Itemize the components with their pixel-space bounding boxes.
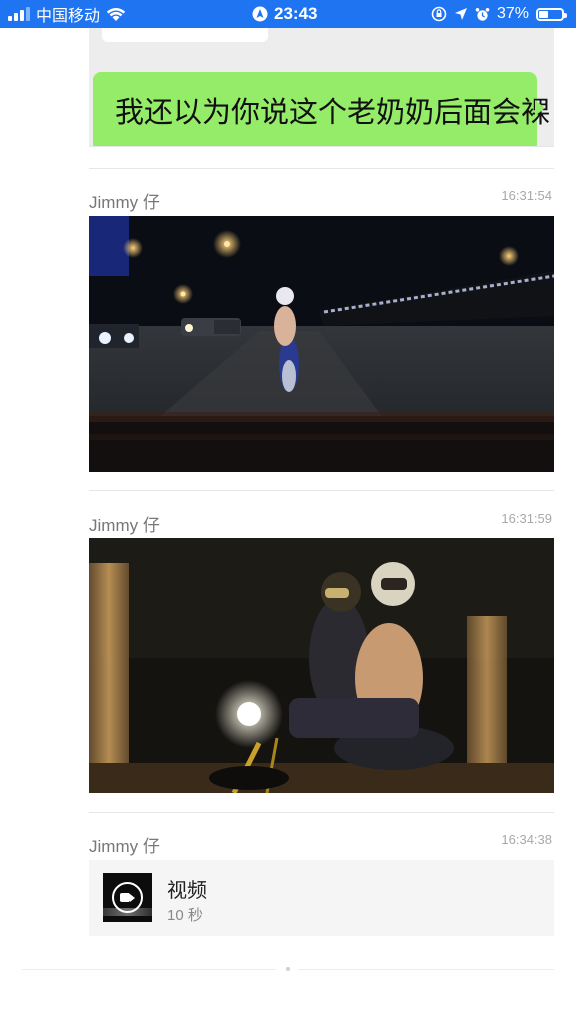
message-time: 16:31:54 xyxy=(501,188,552,203)
alarm-icon xyxy=(475,7,490,21)
chat-bubble-incoming xyxy=(102,28,268,42)
chat-snapshot: 我还以为你说这个老奶奶后面会裸 xyxy=(89,28,554,146)
sender-name: Jimmy 仔 xyxy=(89,516,160,535)
video-duration: 10 秒 xyxy=(167,907,203,924)
status-bar: 中国移动 23:43 37% xyxy=(0,0,576,28)
night-road-photo xyxy=(89,216,554,472)
motorcycle-photo xyxy=(89,538,554,793)
video-thumbnail xyxy=(103,873,152,922)
battery-percent: 37% xyxy=(496,5,529,22)
status-center: 23:43 xyxy=(252,4,317,24)
wifi-icon xyxy=(106,7,126,21)
end-dot xyxy=(286,967,290,971)
sender-name: Jimmy 仔 xyxy=(89,193,160,212)
image-message-motorcycle-riders[interactable] xyxy=(89,538,554,793)
battery-icon xyxy=(536,7,567,21)
clock: 23:43 xyxy=(274,4,318,23)
video-title: 视频 xyxy=(167,880,207,902)
status-left: 中国移动 xyxy=(8,4,126,25)
end-divider xyxy=(22,969,276,970)
message-time: 16:31:59 xyxy=(501,511,552,526)
rotation-lock-icon xyxy=(431,6,447,22)
divider xyxy=(89,812,554,813)
image-message-night-road[interactable] xyxy=(89,216,554,472)
bubble-tail xyxy=(535,100,545,116)
chat-bubble-outgoing: 我还以为你说这个老奶奶后面会裸 xyxy=(93,72,550,146)
video-message-card[interactable]: 视频 10 秒 xyxy=(89,860,554,936)
sender-name: Jimmy 仔 xyxy=(89,837,160,856)
divider xyxy=(89,168,554,169)
end-divider xyxy=(298,969,554,970)
status-right: 37% xyxy=(431,4,567,24)
carrier-label: 中国移动 xyxy=(36,8,101,25)
divider xyxy=(89,490,554,491)
location-icon xyxy=(454,8,467,20)
location-arrow-icon xyxy=(252,6,268,22)
divider xyxy=(89,146,554,147)
signal-icon xyxy=(8,7,30,21)
message-time: 16:34:38 xyxy=(501,832,552,847)
